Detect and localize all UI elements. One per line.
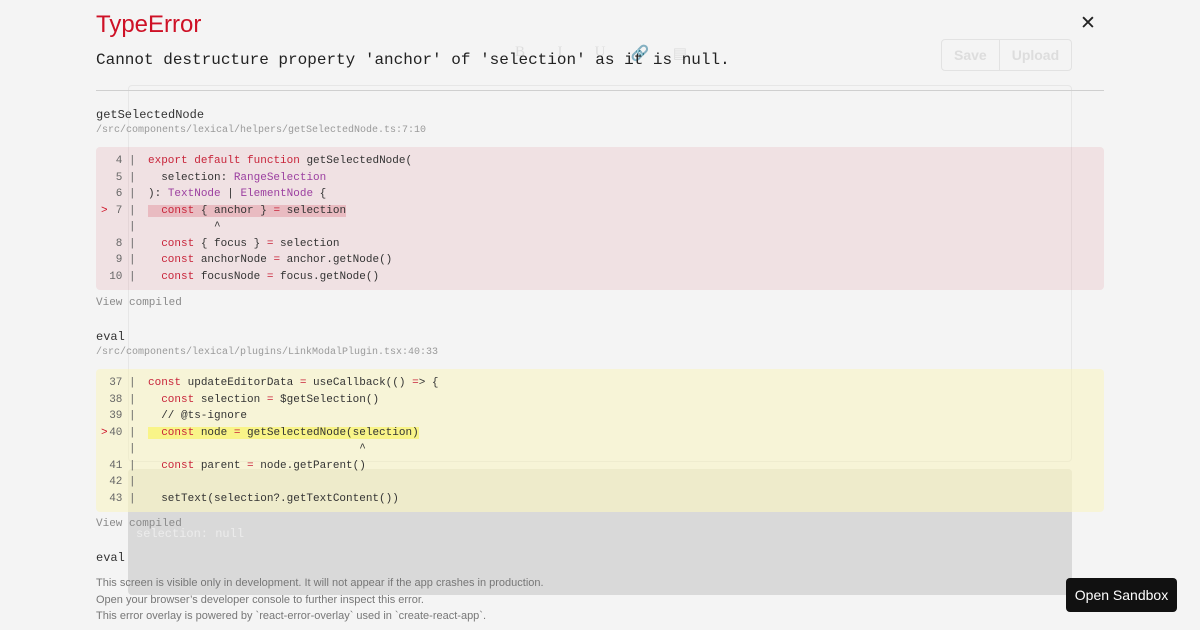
code-line: 37 | const updateEditorData = useCallback… bbox=[96, 377, 439, 389]
code-line: 41 | const parent = node.getParent() bbox=[96, 459, 366, 472]
frame-function: getSelectedNode bbox=[96, 108, 205, 122]
code-line: 6 |): TextNode | ElementNode { bbox=[96, 188, 327, 200]
code-line: 9 | const anchorNode = anchor.getNode() bbox=[96, 254, 393, 266]
divider bbox=[96, 90, 1104, 91]
code-line: 4 | export default function getSelectedNo… bbox=[96, 155, 413, 167]
code-snippet: 4 | export default function getSelectedNo… bbox=[96, 147, 1104, 290]
error-marker: > bbox=[101, 426, 108, 439]
error-message: Cannot destructure property 'anchor' of … bbox=[96, 51, 730, 69]
footer-line: Open your browser’s developer console to… bbox=[96, 593, 424, 606]
open-sandbox-button[interactable]: Open Sandbox bbox=[1066, 578, 1177, 612]
stack-frame: eval /src/components/lexical/plugins/Lin… bbox=[96, 330, 1104, 358]
error-title: TypeError bbox=[96, 11, 202, 38]
save-button: Save bbox=[954, 47, 987, 63]
code-line-error: > 7 | const { anchor } = selection bbox=[96, 203, 1104, 220]
background-app: B I U 🔗 ▤ Save Upload selection: null bbox=[0, 0, 1200, 630]
frame-location[interactable]: /src/components/lexical/helpers/getSelec… bbox=[96, 125, 1104, 136]
code-line: | ^ bbox=[96, 443, 366, 455]
code-line: 39 | // @ts-ignore bbox=[96, 410, 248, 422]
footer-line: This screen is visible only in developme… bbox=[96, 577, 544, 589]
overlay-footer: This screen is visible only in developme… bbox=[96, 575, 544, 625]
frame-location[interactable]: /src/components/lexical/plugins/LinkModa… bbox=[96, 347, 1104, 358]
error-marker: > bbox=[101, 204, 108, 217]
code-line: 43 | setText(selection?.getTextContent()… bbox=[96, 492, 399, 505]
footer-line: This error overlay is powered by `react-… bbox=[96, 610, 487, 622]
view-compiled-link[interactable]: View compiled bbox=[96, 297, 182, 309]
upload-button: Upload bbox=[998, 40, 1071, 70]
code-line: 8 | const { focus } = selection bbox=[96, 237, 340, 250]
stack-frame: eval bbox=[96, 551, 1104, 565]
code-line: | ^ bbox=[96, 221, 221, 233]
code-line: 42 | bbox=[96, 476, 136, 488]
frame-function: eval bbox=[96, 330, 125, 344]
code-line: 10 | const focusNode = focus.getNode() bbox=[96, 270, 380, 283]
editor-actions: Save Upload bbox=[941, 39, 1073, 71]
code-line: 5 | selection: RangeSelection bbox=[96, 171, 327, 184]
stack-frame: getSelectedNode /src/components/lexical/… bbox=[96, 108, 1104, 136]
code-line-error: > 40 | const node = getSelectedNode(sele… bbox=[96, 425, 1104, 442]
code-snippet: 37 | const updateEditorData = useCallback… bbox=[96, 369, 1104, 512]
code-line: 38 | const selection = $getSelection() bbox=[96, 393, 380, 406]
close-icon[interactable]: ✕ bbox=[1077, 13, 1099, 35]
frame-function: eval bbox=[96, 551, 125, 565]
view-compiled-link[interactable]: View compiled bbox=[96, 518, 182, 530]
